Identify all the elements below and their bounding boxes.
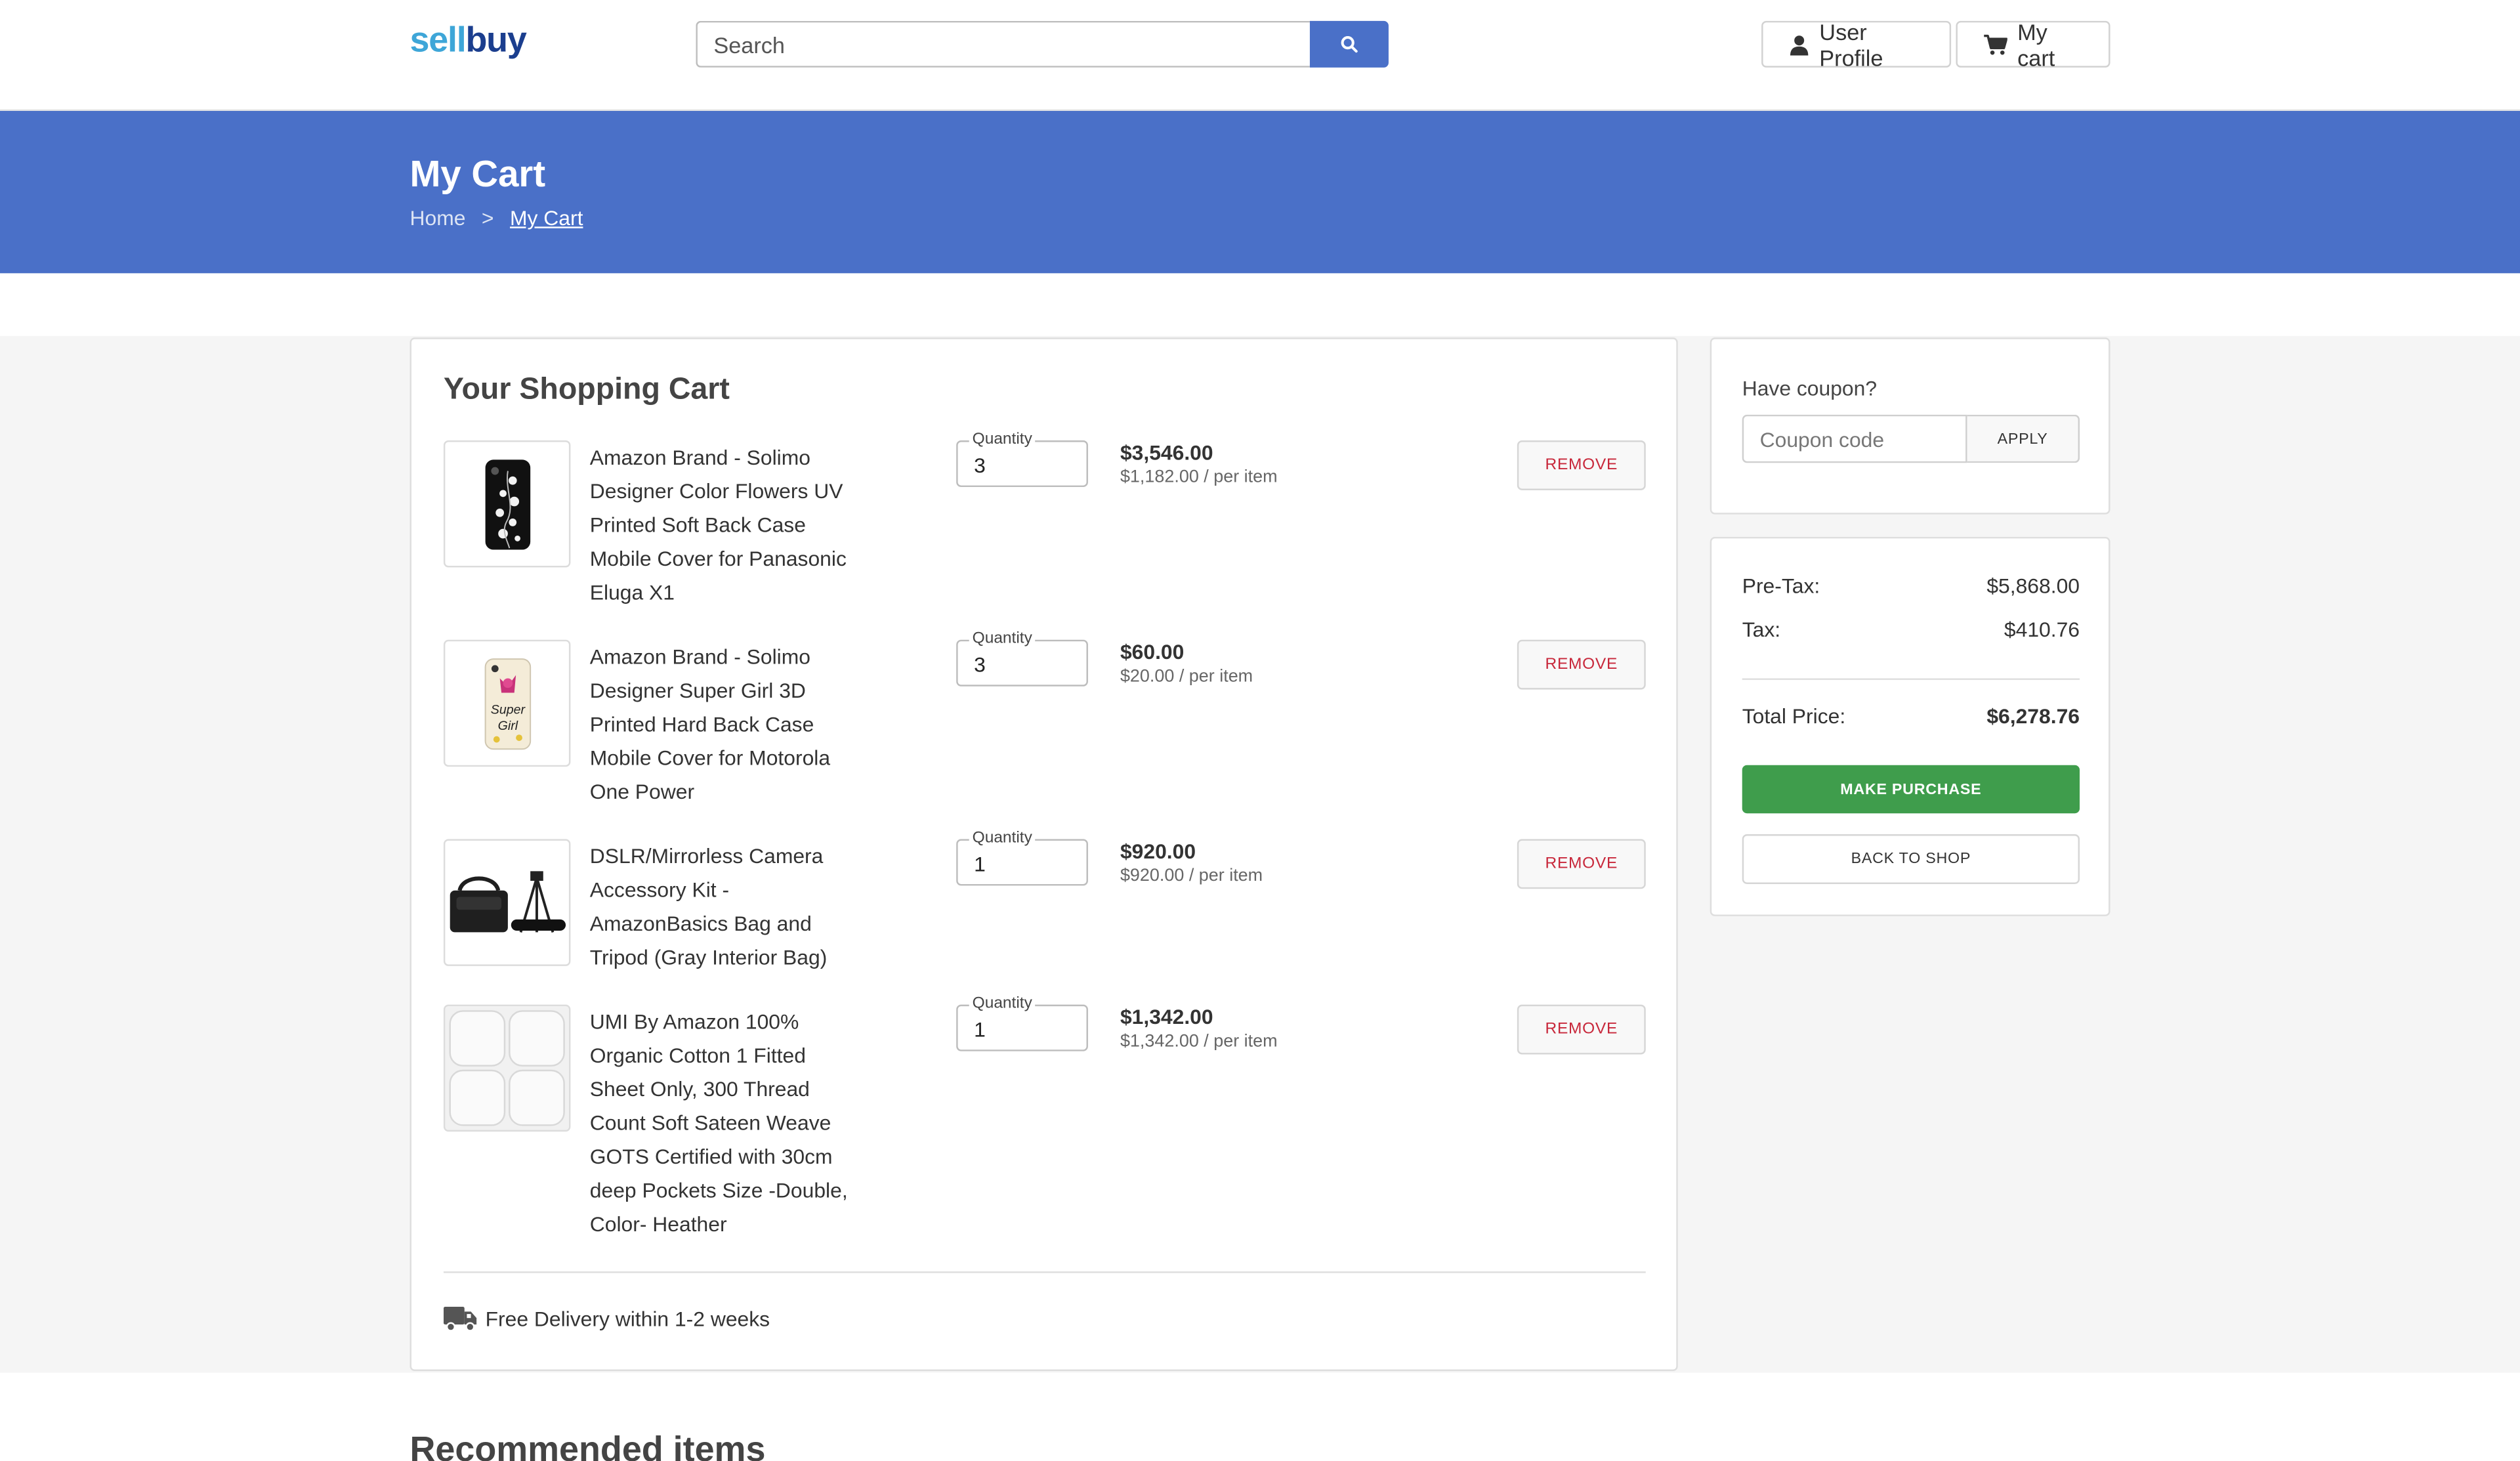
search-button[interactable] (1309, 20, 1389, 68)
coupon-code-input[interactable] (1742, 414, 1967, 463)
cart-icon (1984, 33, 2008, 54)
tax-value: $410.76 (2004, 617, 2080, 642)
top-header: sellbuy User Profile (0, 0, 2520, 111)
shopping-cart-panel: Your Shopping Cart Amazon Brand - Solimo… (410, 337, 1678, 1371)
product-image-camera-kit[interactable] (443, 839, 571, 966)
search-bar (696, 20, 1389, 68)
quantity-label: Quantity (969, 829, 1036, 849)
breadcrumb: Home > My Cart (410, 205, 583, 230)
breadcrumb-current-link[interactable]: My Cart (510, 205, 583, 230)
search-icon (1341, 36, 1358, 53)
my-cart-label: My cart (2017, 18, 2055, 70)
item-unit-price: $1,182.00 / per item (1120, 467, 1278, 488)
quantity-value: 3 (974, 453, 986, 478)
svg-text:Girl: Girl (497, 718, 517, 732)
coupon-label: Have coupon? (1742, 376, 1878, 400)
page-title: My Cart (410, 152, 546, 195)
cart-title: Your Shopping Cart (443, 373, 730, 407)
quantity-input[interactable]: Quantity 3 (956, 630, 1088, 687)
product-name[interactable]: Amazon Brand - Solimo Designer Super Gir… (590, 640, 863, 809)
remove-button[interactable]: REMOVE (1517, 839, 1646, 889)
logo-part-buy: buy (465, 19, 526, 60)
quantity-input[interactable]: Quantity 1 (956, 829, 1088, 886)
page-banner: My Cart Home > My Cart (0, 110, 2520, 274)
product-image-phone-case-super-girl[interactable]: Super Girl (443, 639, 571, 767)
product-name[interactable]: UMI By Amazon 100% Organic Cotton 1 Fitt… (590, 1005, 863, 1241)
user-icon (1790, 35, 1809, 55)
pretax-value: $5,868.00 (1986, 574, 2080, 599)
breadcrumb-separator: > (481, 205, 494, 230)
back-to-shop-button[interactable]: BACK TO SHOP (1742, 834, 2080, 884)
cart-divider (443, 1271, 1646, 1273)
phone-case-flowers-image (484, 459, 530, 549)
item-total-price: $60.00 (1120, 639, 1185, 664)
remove-button[interactable]: REMOVE (1517, 1004, 1646, 1055)
tax-row: Tax: $410.76 (1742, 617, 2080, 641)
item-total-price: $920.00 (1120, 839, 1196, 864)
user-profile-label: User Profile (1819, 18, 1883, 70)
quantity-label: Quantity (969, 994, 1036, 1015)
coupon-panel: Have coupon? APPLY (1710, 337, 2110, 515)
quantity-value: 1 (974, 1017, 986, 1042)
logo-part-sell: sell (410, 19, 466, 60)
pretax-label: Pre-Tax: (1742, 574, 1820, 599)
my-cart-button[interactable]: My cart (1956, 18, 2110, 70)
apply-coupon-button[interactable]: APPLY (1967, 414, 2080, 463)
make-purchase-button[interactable]: MAKE PURCHASE (1742, 765, 2080, 814)
order-summary-panel: Pre-Tax: $5,868.00 Tax: $410.76 Total Pr… (1710, 536, 2110, 916)
breadcrumb-home-link[interactable]: Home (410, 205, 465, 230)
total-label: Total Price: (1742, 704, 1846, 729)
quantity-input[interactable]: Quantity 3 (956, 431, 1088, 488)
item-total-price: $3,546.00 (1120, 440, 1213, 465)
total-row: Total Price: $6,278.76 (1742, 704, 2080, 729)
product-name[interactable]: DSLR/Mirrorless Camera Accessory Kit - A… (590, 839, 863, 974)
phone-case-super-girl-image: Super Girl (484, 657, 530, 749)
coupon-row: APPLY (1742, 414, 2080, 463)
remove-button[interactable]: REMOVE (1517, 639, 1646, 690)
item-unit-price: $20.00 / per item (1120, 667, 1253, 687)
quantity-value: 3 (974, 652, 986, 677)
pretax-row: Pre-Tax: $5,868.00 (1742, 574, 2080, 598)
quantity-input[interactable]: Quantity 1 (956, 994, 1088, 1051)
truck-icon (443, 1307, 477, 1332)
item-unit-price: $1,342.00 / per item (1120, 1032, 1278, 1051)
quantity-value: 1 (974, 851, 986, 876)
quantity-label: Quantity (969, 431, 1036, 450)
camera-bag-tripod-image (449, 870, 565, 932)
pillows-image (445, 1006, 569, 1130)
item-unit-price: $920.00 / per item (1120, 866, 1263, 886)
quantity-label: Quantity (969, 630, 1036, 650)
total-value: $6,278.76 (1986, 704, 2080, 729)
svg-text:Super: Super (490, 702, 526, 716)
delivery-text: Free Delivery within 1-2 weeks (485, 1307, 770, 1331)
product-image-phone-case-flowers[interactable] (443, 440, 571, 568)
sellbuy-logo[interactable]: sellbuy (410, 19, 526, 61)
recommended-items-heading: Recommended items (410, 1429, 766, 1461)
summary-divider (1742, 678, 2080, 680)
product-name[interactable]: Amazon Brand - Solimo Designer Color Flo… (590, 440, 863, 609)
item-total-price: $1,342.00 (1120, 1004, 1213, 1029)
tax-label: Tax: (1742, 617, 1781, 642)
remove-button[interactable]: REMOVE (1517, 440, 1646, 490)
search-input[interactable] (696, 20, 1310, 68)
user-profile-button[interactable]: User Profile (1761, 18, 1952, 70)
product-image-pillows[interactable] (443, 1004, 571, 1132)
delivery-info: Free Delivery within 1-2 weeks (443, 1305, 770, 1333)
